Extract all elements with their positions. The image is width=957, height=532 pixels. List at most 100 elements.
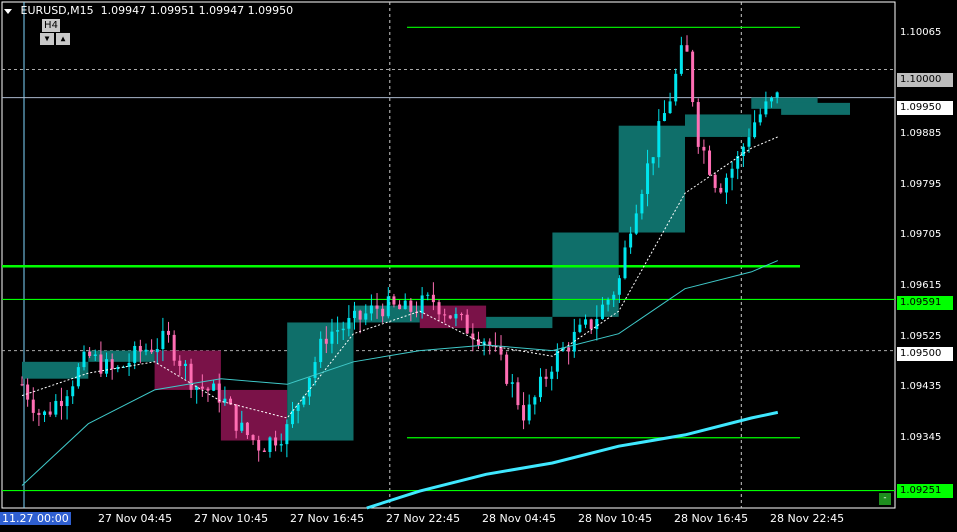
candle-body	[189, 363, 193, 390]
candle-body	[770, 97, 774, 102]
price-axis-label: 1.09345	[900, 432, 942, 443]
price-axis-label: 1.09795	[900, 179, 942, 190]
ma-long-line	[366, 410, 779, 510]
price-tag-level-4: 1.09251	[897, 484, 953, 498]
candle-body	[206, 388, 210, 391]
ohlc-values: 1.09947 1.09951 1.09947 1.09950	[100, 4, 294, 17]
candle-body	[702, 146, 706, 151]
candle-body	[510, 382, 514, 384]
candle-body	[589, 319, 593, 330]
time-axis-label: 28 Nov 04:45	[482, 512, 557, 525]
candle-body	[646, 163, 650, 194]
candle-body	[251, 435, 255, 440]
candle-body	[409, 300, 413, 312]
higher-timeframe-panel: H4 ▼ ▲	[40, 19, 70, 45]
candle-body	[516, 382, 520, 406]
candle-body	[685, 45, 689, 52]
minimize-button[interactable]: -	[879, 493, 891, 505]
candle-body	[65, 396, 69, 407]
chart-frame	[1, 1, 896, 509]
candle-body	[212, 383, 216, 391]
candle-body	[37, 412, 41, 415]
zone-bull-9	[618, 125, 685, 233]
candle-body	[341, 328, 345, 331]
price-tag-current: 1.09950	[897, 101, 953, 115]
candle-body	[629, 233, 633, 248]
candle-body	[674, 73, 678, 102]
candle-body	[708, 150, 712, 175]
candle-body	[82, 351, 86, 368]
candle-body	[167, 330, 171, 335]
price-axis-label: 1.10065	[900, 27, 942, 38]
candle-body	[668, 101, 672, 114]
chart-title[interactable]: EURUSD,M15 1.09947 1.09951 1.09947 1.099…	[4, 4, 293, 17]
candle-body	[257, 439, 261, 451]
candle-body	[527, 404, 531, 421]
candle-body	[572, 331, 576, 352]
candle-body	[20, 384, 24, 386]
price-tag-level-3: 1.09500	[897, 347, 953, 361]
candle-body	[431, 294, 435, 303]
candle-body	[550, 371, 554, 379]
zone-bull-10	[685, 114, 752, 137]
candle-body	[634, 213, 638, 234]
candle-body	[369, 305, 373, 314]
triangle-down-icon[interactable]: ▼	[40, 33, 54, 45]
candle-body	[713, 174, 717, 188]
candle-body	[279, 444, 283, 446]
candle-body	[640, 193, 644, 214]
candle-body	[617, 278, 621, 295]
candle-body	[319, 338, 323, 363]
candle-body	[691, 51, 695, 103]
price-tag-level-2: 1.09591	[897, 296, 953, 310]
candle-body	[505, 354, 509, 384]
candle-body	[758, 114, 762, 123]
candle-body	[606, 299, 610, 305]
candle-body	[274, 437, 278, 446]
candle-body	[741, 146, 745, 157]
candle-body	[381, 308, 385, 317]
candle-body	[775, 92, 779, 98]
time-axis-label: 27 Nov 16:45	[290, 512, 365, 525]
candle-body	[662, 113, 666, 122]
candle-body	[595, 319, 599, 330]
candle-body	[612, 294, 616, 300]
price-chart[interactable]	[0, 0, 957, 532]
candle-body	[696, 102, 700, 147]
candle-body	[76, 367, 80, 387]
candle-body	[330, 331, 334, 344]
candle-body	[296, 404, 300, 411]
candle-body	[71, 386, 75, 397]
candle-body	[324, 338, 328, 344]
symbol-label: EURUSD,M15	[20, 4, 94, 17]
time-axis-label: 27 Nov 22:45	[386, 512, 461, 525]
triangle-up-icon[interactable]: ▲	[56, 33, 70, 45]
candle-body	[105, 359, 109, 374]
candle-body	[719, 187, 723, 193]
candle-body	[48, 411, 52, 415]
candle-body	[443, 314, 447, 316]
time-axis-label: 11.27 00:00	[0, 512, 71, 525]
candle-body	[245, 422, 249, 436]
candle-body	[392, 296, 396, 305]
candle-body	[161, 330, 165, 349]
candle-body	[657, 121, 661, 158]
candle-body	[454, 313, 458, 319]
price-axis-label: 1.09615	[900, 280, 942, 291]
candle-body	[420, 295, 424, 314]
candle-body	[31, 399, 35, 413]
candle-body	[150, 349, 154, 353]
candle-body	[364, 313, 368, 320]
candle-body	[753, 122, 757, 138]
chart-menu-arrow-icon[interactable]	[4, 8, 12, 14]
candle-body	[437, 302, 441, 315]
candle-body	[172, 334, 176, 361]
candle-body	[386, 296, 390, 317]
candle-body	[93, 354, 97, 356]
candle-body	[234, 404, 238, 431]
candle-body	[578, 324, 582, 332]
candle-body	[555, 350, 559, 372]
time-axis-label: 27 Nov 10:45	[194, 512, 269, 525]
candle-body	[59, 400, 63, 407]
candle-body	[54, 400, 58, 415]
